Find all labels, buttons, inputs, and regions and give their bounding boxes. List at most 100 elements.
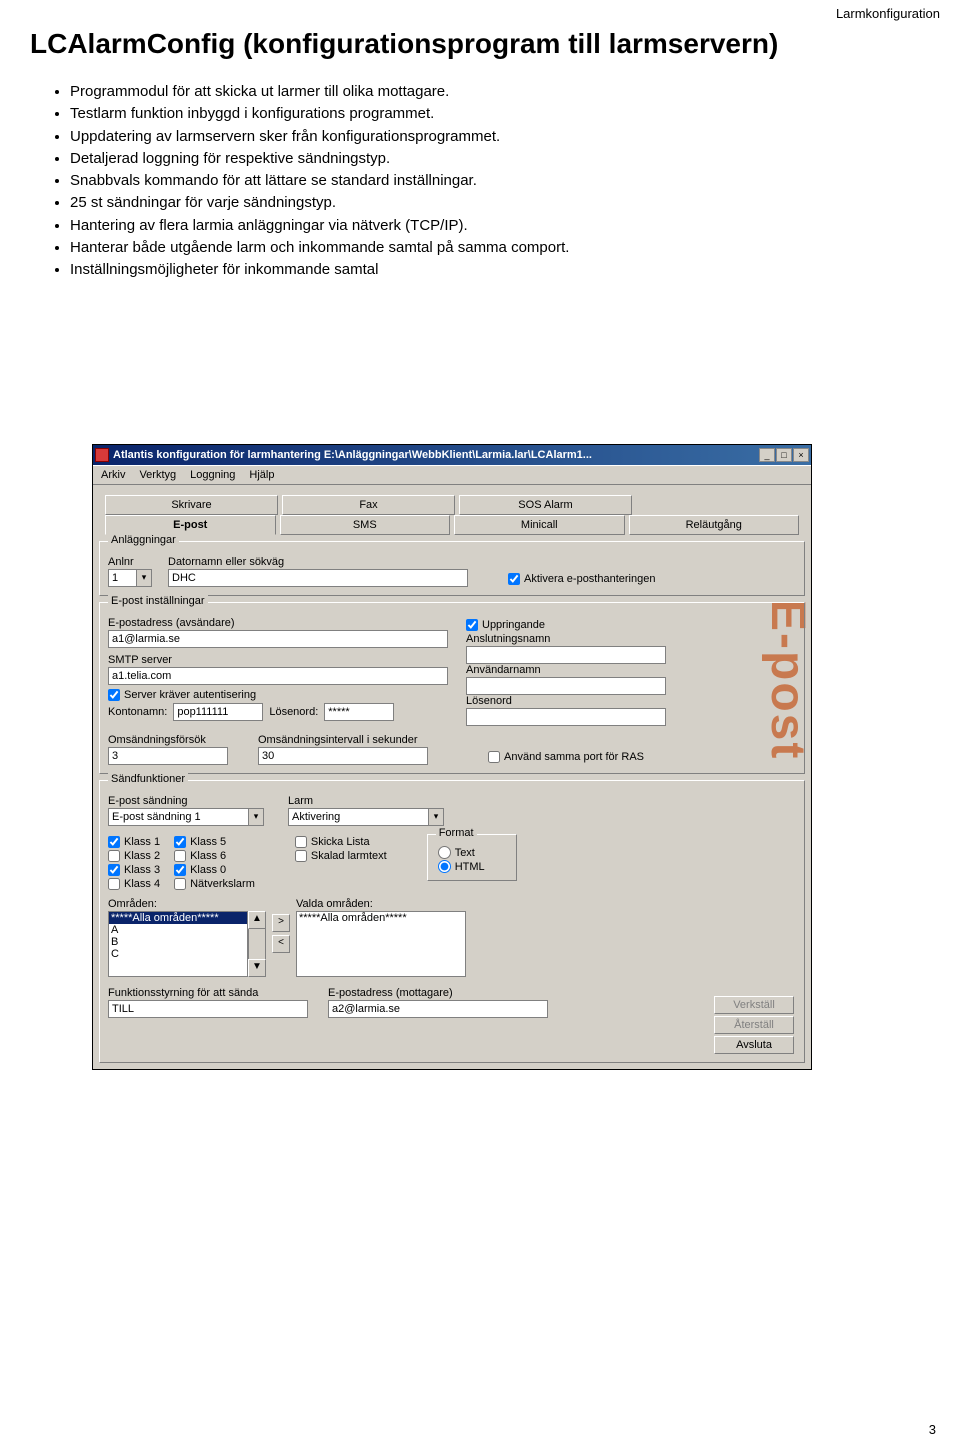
menu-verktyg[interactable]: Verktyg <box>139 469 176 481</box>
klass-label: Nätverkslarm <box>190 878 255 890</box>
interval-label: Omsändningsintervall i sekunder <box>258 734 428 746</box>
uppringande-label: Uppringande <box>482 619 545 631</box>
klass0-checkbox[interactable] <box>174 864 186 876</box>
menu-loggning[interactable]: Loggning <box>190 469 235 481</box>
menu-arkiv[interactable]: Arkiv <box>101 469 125 481</box>
anlnr-label: Anlnr <box>108 556 158 568</box>
list-item[interactable]: C <box>109 948 247 960</box>
password-label: Lösenord: <box>269 706 318 718</box>
activate-epost-checkbox[interactable] <box>508 573 520 585</box>
maximize-button[interactable]: □ <box>776 448 792 462</box>
page-title: LCAlarmConfig (konfigurationsprogram til… <box>0 0 960 66</box>
auth-label: Server kräver autentisering <box>124 689 256 701</box>
list-item[interactable]: *****Alla områden***** <box>109 912 247 924</box>
group-label: E-post inställningar <box>108 595 208 607</box>
bullet-item: Hantering av flera larmia anläggningar v… <box>70 216 930 236</box>
mottagare-input[interactable] <box>328 1000 548 1018</box>
aterstall-button[interactable]: Återställ <box>714 1016 794 1034</box>
skicka-lista-label: Skicka Lista <box>311 836 370 848</box>
skalad-checkbox[interactable] <box>295 850 307 862</box>
klass-label: Klass 3 <box>124 864 160 876</box>
app-icon <box>95 448 109 462</box>
avsluta-button[interactable]: Avsluta <box>714 1036 794 1054</box>
list-item[interactable]: B <box>109 936 247 948</box>
tab-sms[interactable]: SMS <box>280 515 451 535</box>
retry-input[interactable] <box>108 747 228 765</box>
bullet-item: Hanterar både utgående larm och inkomman… <box>70 238 930 258</box>
bullet-item: Uppdatering av larmservern sker från kon… <box>70 127 930 147</box>
sender-input[interactable] <box>108 630 448 648</box>
format-text-label: Text <box>455 847 475 859</box>
klass-label: Klass 1 <box>124 836 160 848</box>
tab-epost[interactable]: E-post <box>105 515 276 535</box>
group-anlaggningar: Anläggningar Anlnr ▾ Datornamn eller sök… <box>99 541 805 596</box>
scroll-up-icon[interactable]: ▲ <box>248 911 266 929</box>
move-right-button[interactable]: > <box>272 914 290 932</box>
klass1-checkbox[interactable] <box>108 836 120 848</box>
path-input[interactable] <box>168 569 468 587</box>
chevron-down-icon[interactable]: ▾ <box>136 569 152 587</box>
tab-skrivare[interactable]: Skrivare <box>105 495 278 515</box>
larm-select[interactable] <box>288 808 428 826</box>
bullet-item: Programmodul för att skicka ut larmer ti… <box>70 82 930 102</box>
verkstall-button[interactable]: Verkställ <box>714 996 794 1014</box>
tab-fax[interactable]: Fax <box>282 495 455 515</box>
natverkslarm-checkbox[interactable] <box>174 878 186 890</box>
klass-label: Klass 6 <box>190 850 226 862</box>
menu-hjalp[interactable]: Hjälp <box>249 469 274 481</box>
auth-checkbox[interactable] <box>108 689 120 701</box>
klass5-checkbox[interactable] <box>174 836 186 848</box>
mottagare-label: E-postadress (mottagare) <box>328 987 548 999</box>
password-input[interactable] <box>324 703 394 721</box>
config-window: Atlantis konfiguration för larmhantering… <box>92 444 812 1070</box>
anslutning-input[interactable] <box>466 646 666 664</box>
tab-sos-alarm[interactable]: SOS Alarm <box>459 495 632 515</box>
group-epost-settings: E-post inställningar E-postadress (avsän… <box>99 602 805 774</box>
list-item[interactable]: *****Alla områden***** <box>297 912 465 924</box>
anvandarnamn-input[interactable] <box>466 677 666 695</box>
funktionsstyrning-input[interactable] <box>108 1000 308 1018</box>
anlnr-select[interactable] <box>108 569 136 587</box>
anvandarnamn-label: Användarnamn <box>466 664 666 676</box>
format-text-radio[interactable] <box>438 846 451 859</box>
bullet-item: 25 st sändningar för varje sändningstyp. <box>70 193 930 213</box>
list-item[interactable]: A <box>109 924 247 936</box>
chevron-down-icon[interactable]: ▾ <box>248 808 264 826</box>
titlebar: Atlantis konfiguration för larmhantering… <box>93 445 811 465</box>
skicka-lista-checkbox[interactable] <box>295 836 307 848</box>
valda-label: Valda områden: <box>296 898 466 910</box>
move-left-button[interactable]: < <box>272 935 290 953</box>
omraden-listbox[interactable]: *****Alla områden***** A B C <box>108 911 248 977</box>
klass3-checkbox[interactable] <box>108 864 120 876</box>
page-number: 3 <box>929 1422 936 1437</box>
sender-label: E-postadress (avsändare) <box>108 617 448 629</box>
funktionsstyrning-label: Funktionsstyrning för att sända <box>108 987 308 999</box>
smtp-input[interactable] <box>108 667 448 685</box>
uppringande-checkbox[interactable] <box>466 619 478 631</box>
klass-label: Klass 2 <box>124 850 160 862</box>
send-select[interactable] <box>108 808 248 826</box>
tab-relautgang[interactable]: Reläutgång <box>629 515 800 535</box>
tab-minicall[interactable]: Minicall <box>454 515 625 535</box>
klass2-checkbox[interactable] <box>108 850 120 862</box>
klass6-checkbox[interactable] <box>174 850 186 862</box>
close-button[interactable]: × <box>793 448 809 462</box>
feature-bullets: Programmodul för att skicka ut larmer ti… <box>0 66 960 292</box>
scroll-down-icon[interactable]: ▼ <box>248 959 266 977</box>
losenord-input[interactable] <box>466 708 666 726</box>
ras-checkbox[interactable] <box>488 751 500 763</box>
group-sandfunktioner: Sändfunktioner E-post sändning ▾ Larm <box>99 780 805 1063</box>
anslutning-label: Anslutningsnamn <box>466 633 666 645</box>
valda-listbox[interactable]: *****Alla områden***** <box>296 911 466 977</box>
larm-select-label: Larm <box>288 795 458 807</box>
chevron-down-icon[interactable]: ▾ <box>428 808 444 826</box>
activate-epost-label: Aktivera e-posthanteringen <box>524 573 655 585</box>
konto-input[interactable] <box>173 703 263 721</box>
smtp-label: SMTP server <box>108 654 448 666</box>
klass-label: Klass 4 <box>124 878 160 890</box>
interval-input[interactable] <box>258 747 428 765</box>
klass4-checkbox[interactable] <box>108 878 120 890</box>
format-html-radio[interactable] <box>438 860 451 873</box>
path-label: Datornamn eller sökväg <box>168 556 468 568</box>
minimize-button[interactable]: _ <box>759 448 775 462</box>
